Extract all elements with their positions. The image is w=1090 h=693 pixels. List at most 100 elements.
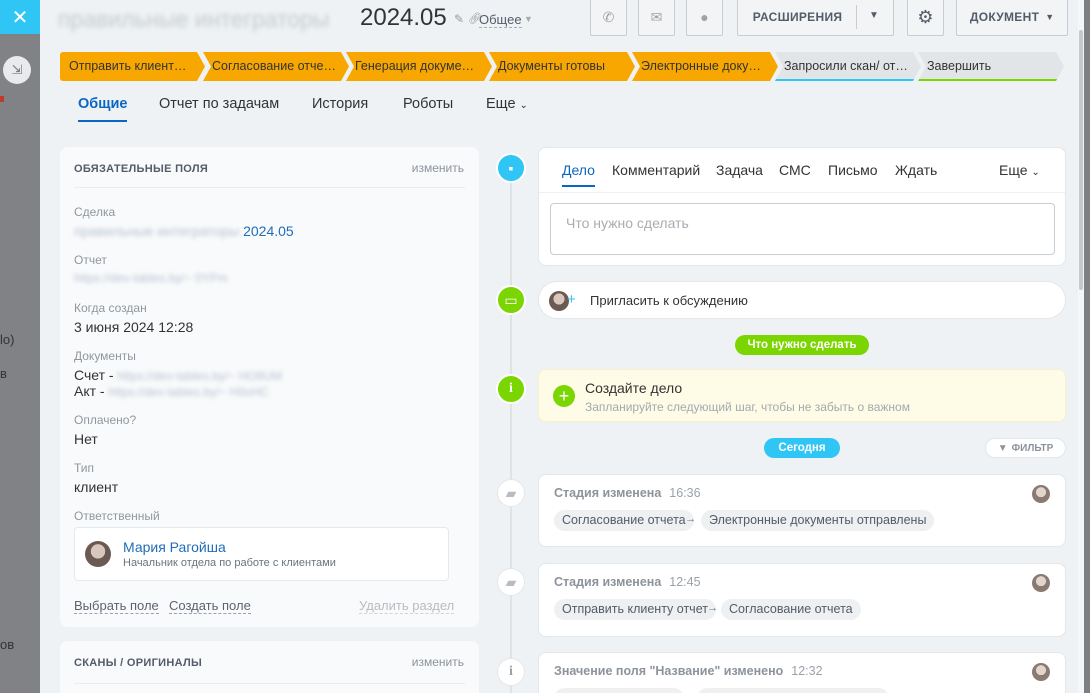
info-icon: i (496, 374, 526, 404)
avatar[interactable] (1032, 574, 1050, 592)
event-title-text: Стадия изменена (554, 486, 662, 500)
scrollbar-thumb[interactable] (1079, 30, 1083, 290)
section-title: ОБЯЗАТЕЛЬНЫЕ ПОЛЯ (74, 163, 209, 175)
field-label: Когда создан (74, 301, 147, 315)
stage-item[interactable]: Электронные доку… (632, 52, 778, 81)
chevron-down-icon: ⌄ (1031, 167, 1040, 178)
collapse-button[interactable]: ⇲ (3, 56, 31, 84)
mail-button[interactable]: ✉ (638, 0, 675, 36)
filter-button[interactable]: ▼ ФИЛЬТР (985, 438, 1066, 458)
stage-chip: Согласование отчета (721, 599, 861, 620)
scrollbar[interactable] (1078, 0, 1084, 693)
stage-label: Завершить (927, 59, 992, 73)
deal-link[interactable]: 2024.05 (243, 223, 294, 239)
event-title-text: Стадия изменена (554, 575, 662, 589)
category-selector[interactable]: Общее (479, 12, 522, 28)
event-title: Стадия изменена 12:45 (554, 575, 701, 589)
tab-general[interactable]: Общие (78, 96, 128, 122)
field-value: Нет (74, 431, 98, 447)
chevron-down-icon[interactable]: ▼ (524, 14, 533, 24)
divider (856, 5, 857, 29)
create-field-link[interactable]: Создать поле (169, 598, 251, 614)
doc-link[interactable]: https://dev-tables.by/~ H0oHC (108, 385, 268, 399)
tag-icon: ▰ (497, 568, 525, 596)
editor-tab-email[interactable]: Письмо (828, 162, 878, 178)
field-label: Ответственный (74, 509, 160, 523)
field-label: Сделка (74, 205, 116, 219)
responsible-name[interactable]: Мария Рагойша (123, 539, 226, 555)
header: правильные интеграторы 2024.05 ✎ 🔗︎ Обще… (40, 0, 1084, 40)
deal-title: 2024.05 (360, 4, 447, 31)
editor-more-label: Еще (999, 162, 1028, 178)
create-deal-title: Создайте дело (585, 380, 683, 396)
phone-button[interactable]: ✆ (590, 0, 627, 36)
todo-input[interactable]: Что нужно сделать (550, 203, 1055, 255)
background-text: ов (0, 637, 15, 652)
stage-item[interactable]: Отправить клиент… (60, 52, 205, 81)
value-chip (697, 688, 889, 693)
report-link[interactable]: https://dev-tables.by/~ 0YPm (74, 271, 228, 285)
event-title-text: Значение поля "Название" изменено (554, 664, 784, 678)
red-marker (0, 96, 4, 102)
stage-item[interactable]: Завершить (918, 52, 1064, 81)
plus-circle-icon[interactable]: + (553, 385, 575, 407)
delete-section-link[interactable]: Удалить раздел (359, 598, 455, 614)
tab-history[interactable]: История (312, 96, 368, 112)
chevron-down-icon: ⌄ (519, 100, 528, 111)
document-button[interactable]: ДОКУМЕНТ ▼ (956, 0, 1068, 36)
editor-tab-sms[interactable]: СМС (779, 162, 811, 178)
plus-icon[interactable]: + (567, 291, 576, 308)
info-icon: i (497, 658, 525, 686)
activity-editor: Дело Комментарий Задача СМС Письмо Ждать… (538, 147, 1066, 266)
arrow-down-icon: ⇲ (11, 62, 23, 77)
chevron-down-icon: ▼ (1045, 12, 1055, 22)
close-button[interactable]: ✕ (0, 0, 40, 34)
stage-item[interactable]: Согласование отче… (203, 52, 349, 81)
responsible-card: Мария Рагойша Начальник отдела по работе… (74, 527, 449, 581)
editor-tab-comment[interactable]: Комментарий (612, 162, 700, 178)
editor-tab-wait[interactable]: Ждать (895, 162, 937, 178)
timeline-event: Стадия изменена 16:36 Согласование отчета… (538, 474, 1066, 547)
invite-bar[interactable]: + Пригласить к обсуждению (538, 281, 1066, 319)
editor-tab-deal[interactable]: Дело (562, 162, 595, 187)
event-title: Стадия изменена 16:36 (554, 486, 701, 500)
editor-tab-more[interactable]: Еще ⌄ (999, 162, 1040, 178)
create-deal-card[interactable]: + Создайте дело Запланируйте следующий ш… (538, 369, 1066, 422)
tab-more[interactable]: Еще ⌄ (486, 96, 528, 112)
edit-section-link[interactable]: изменить (412, 161, 464, 175)
section-title: СКАНЫ / ОРИГИНАЛЫ (74, 657, 203, 669)
extensions-button[interactable]: РАСШИРЕНИЯ ▼ (737, 0, 894, 36)
extensions-label: РАСШИРЕНИЯ (752, 10, 843, 24)
divider (74, 187, 465, 188)
field-label: Отчет (74, 253, 107, 267)
chat-button[interactable]: ● (686, 0, 723, 36)
stage-label: Электронные доку… (641, 59, 761, 73)
stage-label: Генерация докуме… (355, 59, 475, 73)
edit-section-link[interactable]: изменить (412, 655, 464, 669)
doc-link[interactable]: https://dev-tables.by/~ HO8UM (117, 369, 281, 383)
pencil-icon[interactable]: ✎ (454, 12, 464, 26)
tab-task-report[interactable]: Отчет по задачам (159, 96, 279, 112)
required-fields-section: ОБЯЗАТЕЛЬНЫЕ ПОЛЯ изменить Сделка правил… (60, 147, 479, 627)
avatar[interactable] (1032, 485, 1050, 503)
tab-robots[interactable]: Роботы (403, 96, 453, 112)
create-deal-subtitle: Запланируйте следующий шаг, чтобы не заб… (585, 400, 910, 414)
deal-slider: правильные интеграторы 2024.05 ✎ 🔗︎ Обще… (40, 0, 1084, 693)
chat-bubble-icon: ▭ (496, 285, 526, 315)
stage-item[interactable]: Запросили скан/ от… (775, 52, 921, 81)
stage-label: Отправить клиент… (69, 59, 187, 73)
editor-tab-task[interactable]: Задача (716, 162, 763, 178)
avatar[interactable] (1032, 663, 1050, 681)
event-time: 12:32 (791, 664, 823, 678)
mail-icon: ✉ (650, 8, 663, 25)
stage-item[interactable]: Генерация докуме… (346, 52, 492, 81)
field-value: Счет - https://dev-tables.by/~ HO8UM (74, 367, 282, 383)
select-field-link[interactable]: Выбрать поле (74, 598, 159, 614)
timeline-event: Стадия изменена 12:45 Отправить клиенту о… (538, 563, 1066, 637)
tab-more-label: Еще (486, 96, 516, 112)
chevron-down-icon[interactable]: ▼ (869, 10, 879, 21)
settings-button[interactable]: ⚙ (907, 0, 944, 36)
avatar[interactable] (85, 541, 111, 567)
value-chip (554, 688, 684, 693)
stage-item[interactable]: Документы готовы (489, 52, 635, 81)
